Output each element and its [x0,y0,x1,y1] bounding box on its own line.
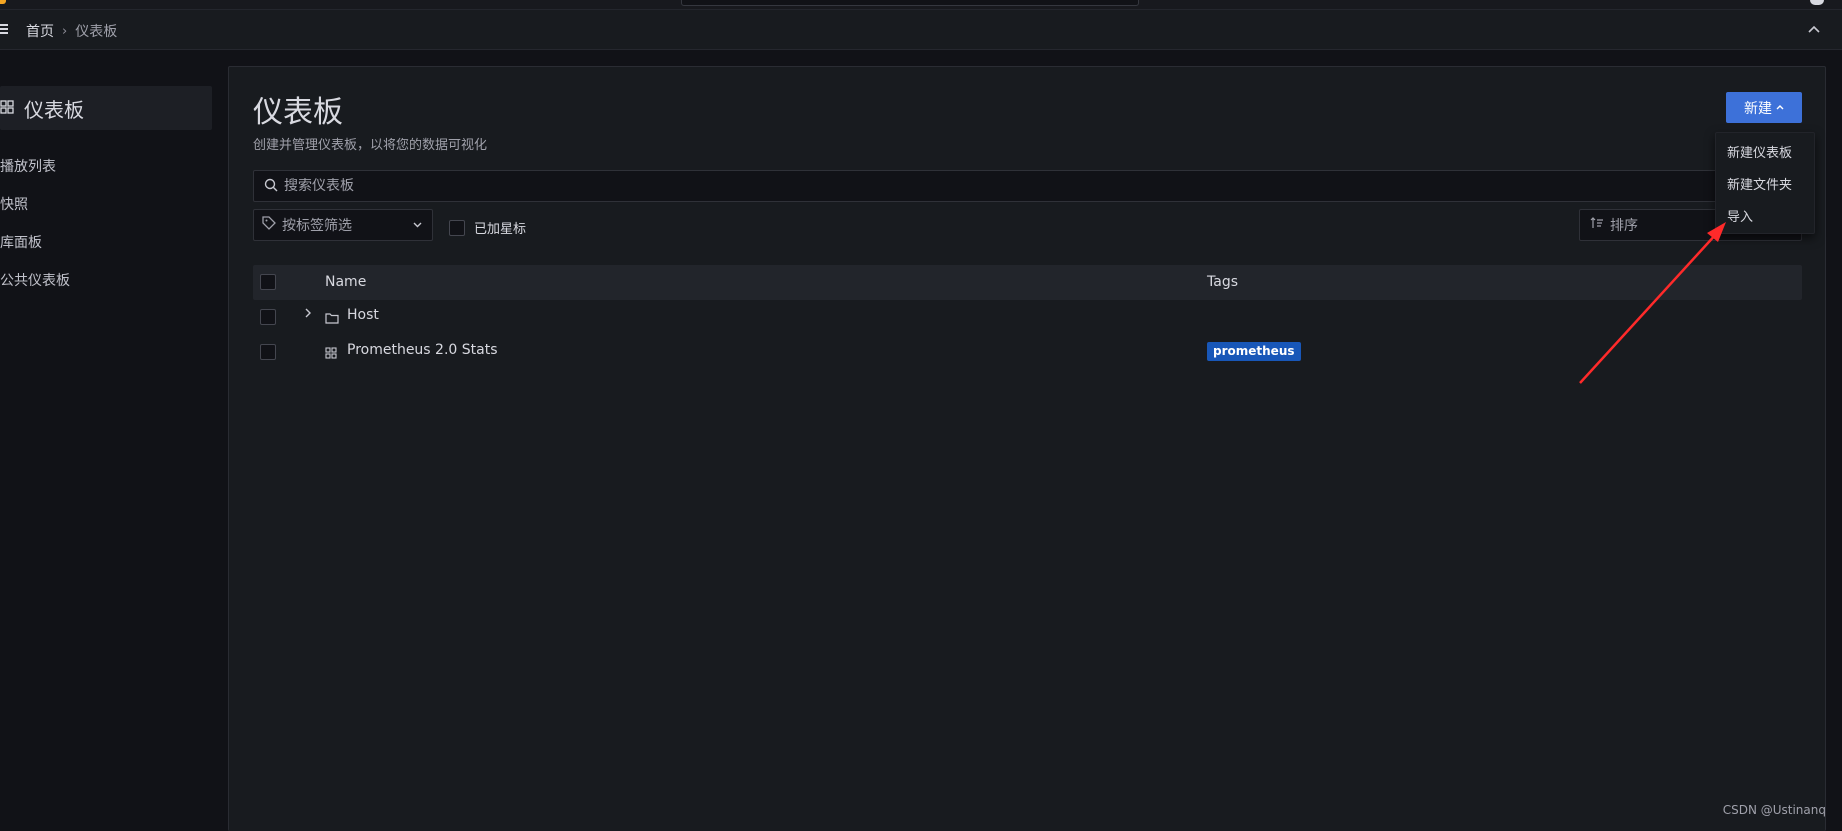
folder-icon [325,309,339,328]
sidebar-item-dashboards[interactable]: 仪表板 [0,86,212,130]
tag-badge[interactable]: prometheus [1207,342,1301,361]
breadcrumb-home[interactable]: 首页 [26,21,54,41]
new-button[interactable]: 新建 [1726,92,1802,123]
starred-checkbox[interactable] [449,219,465,236]
apps-grid-icon [325,344,337,363]
row-checkbox[interactable] [260,309,276,325]
chevron-right-icon[interactable] [305,307,311,321]
page-title: 仪表板 [253,95,343,130]
sort-icon [1590,217,1604,233]
table-row[interactable]: Prometheus 2.0 Stats prometheus [253,335,1802,369]
sidebar-item-library-panels[interactable]: 库面板 [0,232,42,252]
column-header-name[interactable]: Name [325,274,366,290]
tag-filter-select[interactable]: 按标签筛选 [253,209,433,241]
tag-filter-placeholder: 按标签筛选 [282,218,352,234]
row-name[interactable]: Host [347,307,379,323]
breadcrumb-separator: › [62,23,68,39]
top-navbar [0,0,1842,10]
avatar[interactable] [1810,0,1824,5]
new-button-label: 新建 [1744,100,1772,117]
sort-placeholder: 排序 [1610,218,1638,234]
chevron-up-icon [1776,103,1784,113]
new-dropdown-menu: 新建仪表板 新建文件夹 导入 [1715,132,1815,234]
select-all-checkbox[interactable] [260,274,276,290]
chevron-down-icon [413,220,422,231]
column-header-tags: Tags [1207,274,1238,290]
sidebar-item-public-dashboards[interactable]: 公共仪表板 [0,270,70,290]
sidebar-item-snapshots[interactable]: 快照 [0,194,28,214]
search-input-wrapper [253,170,1802,202]
watermark: CSDN @Ustinanq [1722,803,1826,817]
search-icon [264,177,278,196]
sidebar: 仪表板 播放列表 快照 库面板 公共仪表板 [0,50,212,831]
table-row[interactable]: Host [253,300,1802,334]
menu-item-new-folder[interactable]: 新建文件夹 [1727,174,1792,193]
row-name[interactable]: Prometheus 2.0 Stats [347,342,498,358]
tag-icon [262,216,276,234]
page-subtitle: 创建并管理仪表板，以将您的数据可视化 [253,138,488,153]
table-header: Name Tags [253,265,1802,300]
menu-icon[interactable] [0,22,10,36]
sidebar-active-label: 仪表板 [24,97,84,122]
grafana-logo-icon[interactable] [0,0,6,4]
menu-item-new-dashboard[interactable]: 新建仪表板 [1727,142,1792,161]
breadcrumb: 首页 › 仪表板 [26,21,117,41]
apps-grid-icon [0,99,14,118]
breadcrumb-bar: 首页 › 仪表板 [0,10,1842,50]
row-checkbox[interactable] [260,344,276,360]
search-input[interactable] [284,178,1801,194]
menu-item-import[interactable]: 导入 [1727,206,1753,225]
global-search-bar[interactable] [681,0,1139,6]
sidebar-item-playlists[interactable]: 播放列表 [0,156,56,176]
starred-filter[interactable]: 已加星标 [449,218,526,237]
breadcrumb-current: 仪表板 [75,24,118,40]
main-panel: 仪表板 创建并管理仪表板，以将您的数据可视化 新建 按标签筛选 已加星标 排序 [228,66,1826,831]
starred-label: 已加星标 [474,222,527,237]
chevron-up-icon[interactable] [1806,22,1822,38]
